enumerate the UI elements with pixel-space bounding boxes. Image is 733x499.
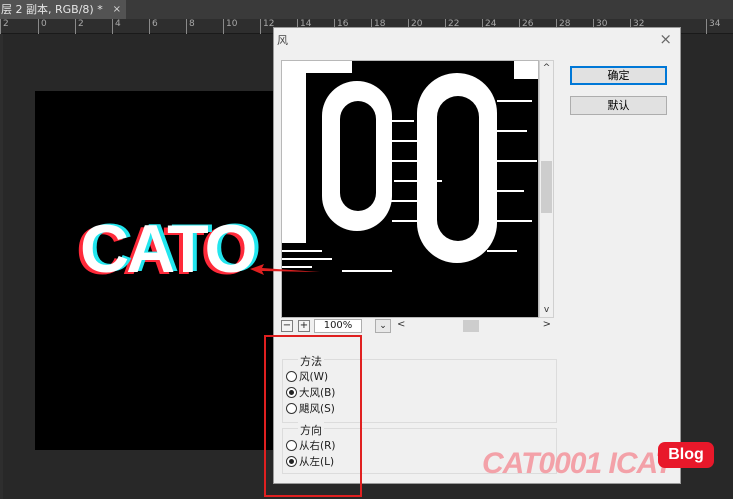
document-tab[interactable]: 层 2 副本, RGB/8) * × (0, 0, 126, 19)
vertical-scroll-thumb[interactable] (541, 161, 552, 213)
zoom-out-button[interactable]: − (281, 320, 293, 332)
scroll-up-icon[interactable]: ^ (540, 63, 553, 73)
scroll-right-icon[interactable]: > (543, 319, 551, 330)
scroll-down-icon[interactable]: v (540, 305, 553, 315)
ruler-tick: 12 (260, 19, 274, 34)
filter-preview[interactable] (281, 60, 539, 318)
annotation-highlight-box (264, 335, 362, 497)
ruler-tick: 0 (38, 19, 47, 34)
close-icon[interactable]: × (659, 30, 672, 48)
ruler-tick: 8 (186, 19, 195, 34)
zoom-dropdown-button[interactable]: ⌄ (375, 319, 391, 333)
annotation-arrow-icon (250, 264, 320, 275)
preview-horizontal-scrollbar[interactable]: < > (397, 319, 555, 333)
tab-bar-background (126, 0, 733, 19)
zoom-in-button[interactable]: + (298, 320, 310, 332)
blog-badge: Blog (658, 442, 714, 468)
document-canvas[interactable]: CATO CATO CATO (35, 91, 278, 450)
canvas-text: CATO (80, 211, 257, 287)
tab-close-icon[interactable]: × (113, 0, 121, 19)
zoom-level-field[interactable]: 100% (314, 319, 362, 333)
ruler-tick: 6 (149, 19, 158, 34)
preview-zoom-bar: − + 100% ⌄ < > (281, 319, 555, 334)
watermark-text: CAT0001 ICAT (482, 447, 673, 480)
wind-preview-image (282, 61, 538, 317)
ok-button[interactable]: 确定 (570, 66, 667, 85)
default-button[interactable]: 默认 (570, 96, 667, 115)
ruler-tick: 4 (112, 19, 121, 34)
ruler-tick: 10 (223, 19, 237, 34)
ruler-tick: 2 (0, 19, 9, 34)
canvas-text-layer: CATO CATO CATO (76, 214, 261, 285)
dialog-title: 风 (277, 34, 288, 47)
ruler-tick: 34 (706, 19, 720, 34)
vertical-ruler (0, 34, 3, 499)
preview-vertical-scrollbar[interactable]: ^ v (539, 60, 554, 318)
document-tab-label: 层 2 副本, RGB/8) * (1, 3, 103, 16)
horizontal-scroll-thumb[interactable] (463, 320, 479, 332)
scroll-left-icon[interactable]: < (397, 319, 405, 330)
ruler-tick: 2 (75, 19, 84, 34)
